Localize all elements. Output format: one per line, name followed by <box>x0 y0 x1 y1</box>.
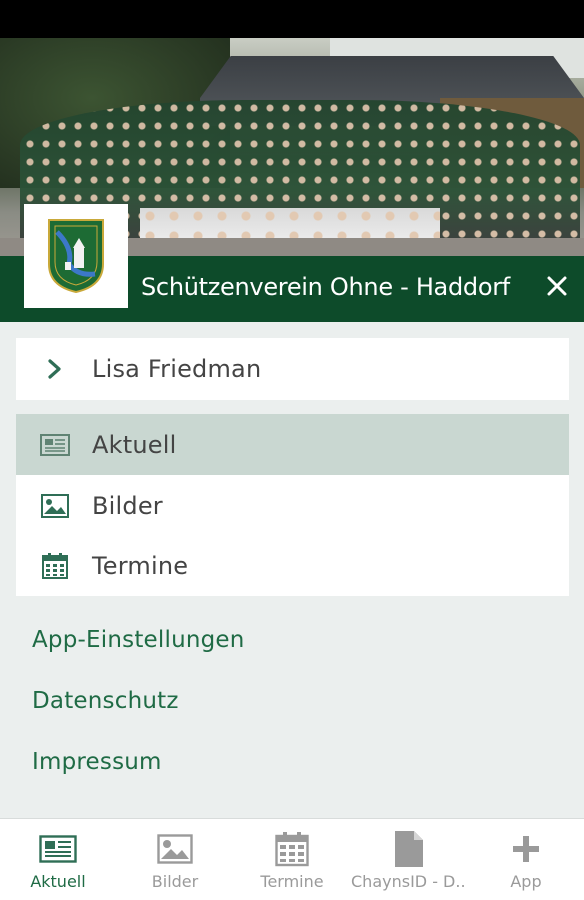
tab-bilder[interactable]: Bilder <box>117 819 233 900</box>
user-name: Lisa Friedman <box>92 354 262 383</box>
tab-chaynsid[interactable]: ChaynsID - D... <box>351 819 467 900</box>
calendar-icon <box>40 551 70 581</box>
chevron-right-icon <box>40 354 70 384</box>
club-logo <box>24 204 128 308</box>
user-row[interactable]: Lisa Friedman <box>16 338 569 399</box>
nav-menu: Aktuell Bilder Termine <box>16 414 569 596</box>
newspaper-icon <box>0 829 116 869</box>
tab-label: App <box>510 872 542 891</box>
image-icon <box>117 829 233 869</box>
tab-app[interactable]: App <box>468 819 584 900</box>
link-impressum[interactable]: Impressum <box>32 749 162 775</box>
club-name: Schützenverein Ohne - Haddorf <box>141 273 510 301</box>
calendar-icon <box>234 829 350 869</box>
tab-termine[interactable]: Termine <box>234 819 350 900</box>
menu-item-label: Bilder <box>92 491 163 520</box>
status-bar <box>0 0 584 38</box>
plus-icon <box>468 829 584 869</box>
link-app-einstellungen[interactable]: App-Einstellungen <box>32 627 245 653</box>
menu-item-aktuell[interactable]: Aktuell <box>16 414 569 475</box>
tab-label: Termine <box>260 872 324 891</box>
menu-item-termine[interactable]: Termine <box>16 535 569 596</box>
newspaper-icon <box>40 430 70 460</box>
menu-item-label: Termine <box>92 551 189 580</box>
close-icon <box>546 275 568 301</box>
image-icon <box>40 491 70 521</box>
tab-label: ChaynsID - D... <box>351 872 467 891</box>
user-card[interactable]: Lisa Friedman <box>16 338 569 400</box>
menu-item-bilder[interactable]: Bilder <box>16 475 569 536</box>
menu-item-label: Aktuell <box>92 430 177 459</box>
tab-aktuell[interactable]: Aktuell <box>0 819 116 900</box>
close-button[interactable] <box>540 271 574 305</box>
document-icon <box>351 829 467 869</box>
tab-label: Bilder <box>151 872 199 891</box>
bottom-tab-bar: Aktuell Bilder Termine ChaynsID - D... A… <box>0 818 584 900</box>
link-datenschutz[interactable]: Datenschutz <box>32 688 179 714</box>
tab-label: Aktuell <box>30 872 86 891</box>
